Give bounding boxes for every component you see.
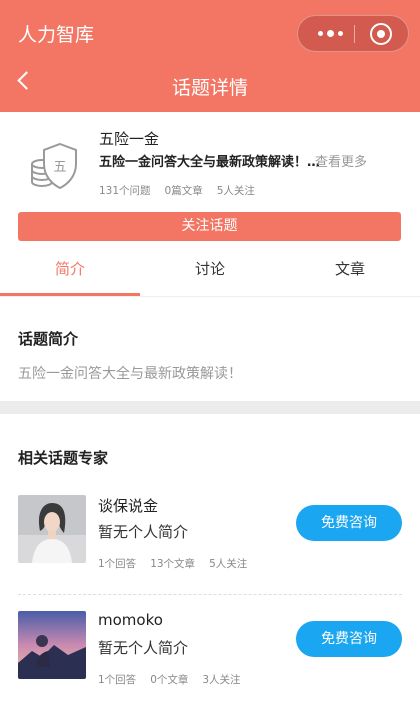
capsule-divider <box>354 25 355 43</box>
follower-count: 5人关注 <box>209 558 248 570</box>
free-consult-button[interactable]: 免费咨询 <box>296 505 402 541</box>
answer-count: 1个回答 <box>98 674 137 686</box>
tab-intro[interactable]: 简介 <box>40 258 100 279</box>
expert-card[interactable]: momoko 暂无个人简介 1个回答 0个文章 3人关注 免费咨询 <box>0 611 420 703</box>
article-count: 0篇文章 <box>164 185 203 197</box>
expert-name: momoko <box>98 611 163 629</box>
section-gap <box>0 401 420 414</box>
expert-divider <box>18 594 402 595</box>
topic-description: 五险一金问答大全与最新政策解读！… <box>99 155 321 170</box>
answer-count: 1个回答 <box>98 558 137 570</box>
expert-bio: 暂无个人简介 <box>98 639 189 657</box>
expert-stats: 1个回答 0个文章 3人关注 <box>98 672 255 687</box>
app-title: 人力智库 <box>18 24 95 46</box>
expert-stats: 1个回答 13个文章 5人关注 <box>98 556 261 571</box>
more-menu-icon[interactable] <box>310 16 350 51</box>
intro-section-title: 话题简介 <box>18 330 79 348</box>
article-count: 0个文章 <box>150 674 189 686</box>
expert-card[interactable]: 谈保说金 暂无个人简介 1个回答 13个文章 5人关注 免费咨询 <box>0 495 420 587</box>
follow-topic-button[interactable]: 关注话题 <box>18 212 401 241</box>
tab-bar: 简介 讨论 文章 <box>0 248 420 296</box>
topic-stats: 131个问题 0篇文章 5人关注 <box>99 183 269 198</box>
follower-count: 3人关注 <box>202 674 241 686</box>
svg-text:五: 五 <box>53 160 66 175</box>
see-more-link[interactable]: 查看更多 <box>315 151 367 170</box>
mini-program-capsule <box>297 15 409 52</box>
header: 人力智库 话题详情 <box>0 0 420 112</box>
avatar <box>18 611 86 679</box>
avatar <box>18 495 86 563</box>
topic-name: 五险一金 <box>99 130 160 148</box>
intro-text: 五险一金问答大全与最新政策解读！ <box>18 366 242 382</box>
close-target-icon[interactable] <box>370 23 392 45</box>
expert-bio: 暂无个人简介 <box>98 523 189 541</box>
tab-articles[interactable]: 文章 <box>320 258 380 279</box>
page-title: 话题详情 <box>171 77 248 99</box>
follower-count: 5人关注 <box>216 185 255 197</box>
expert-name: 谈保说金 <box>98 497 159 515</box>
article-count: 13个文章 <box>150 558 196 570</box>
tabs-divider <box>0 296 420 297</box>
free-consult-button[interactable]: 免费咨询 <box>296 621 402 657</box>
tab-discussion[interactable]: 讨论 <box>180 258 240 279</box>
experts-section-title: 相关话题专家 <box>18 449 109 467</box>
shield-coins-icon: 五 <box>31 142 77 190</box>
question-count: 131个问题 <box>99 185 151 197</box>
